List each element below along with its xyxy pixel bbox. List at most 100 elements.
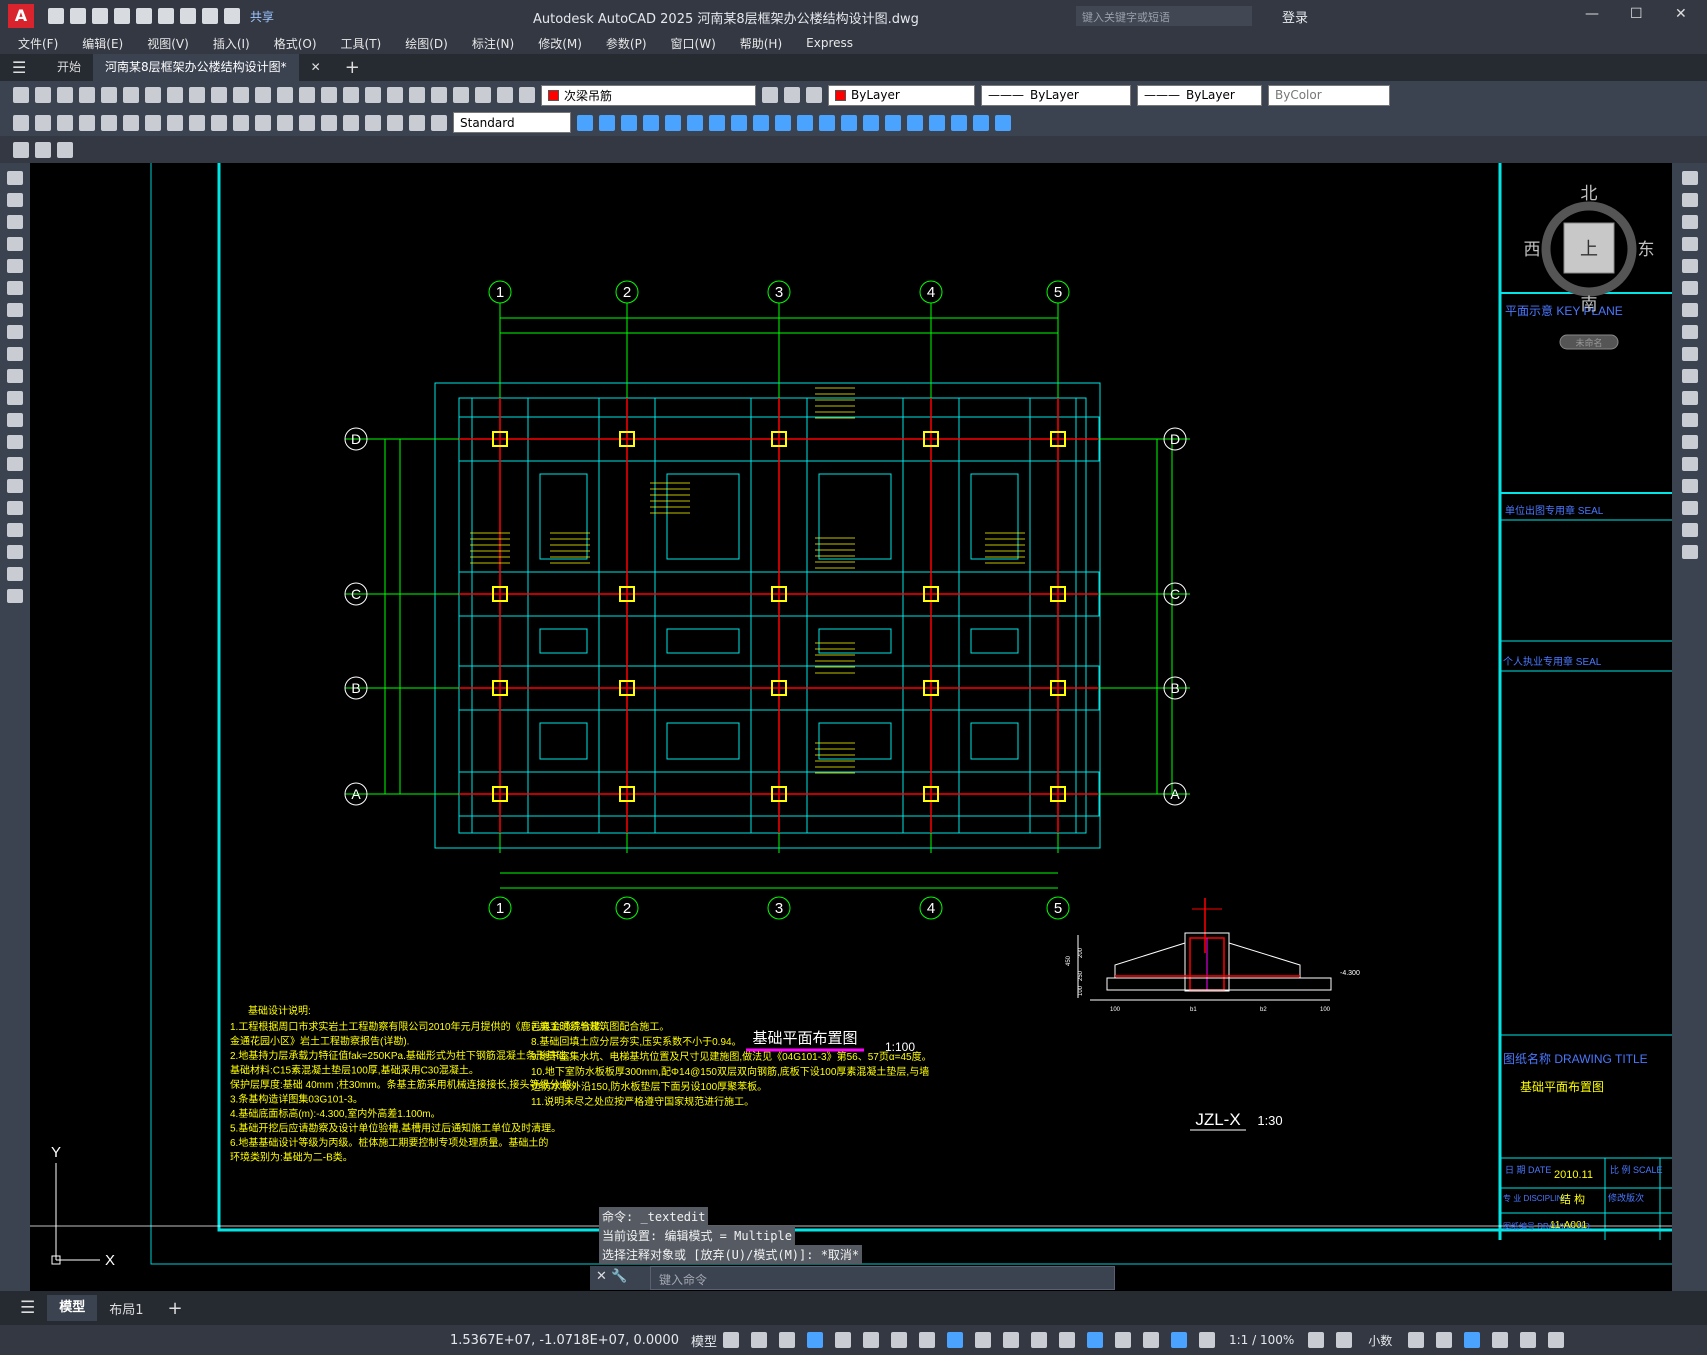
paste-icon[interactable]	[189, 87, 205, 103]
polyline-icon[interactable]	[7, 215, 23, 229]
dim-update-icon[interactable]	[431, 114, 447, 131]
add-selected-icon[interactable]	[7, 589, 23, 603]
break-icon[interactable]	[1681, 435, 1698, 449]
maximize-icon[interactable]: ☐	[1630, 6, 1643, 22]
ellipse-arc-icon[interactable]	[7, 391, 23, 405]
menu-item-5[interactable]: 工具(T)	[341, 35, 382, 52]
diameter-icon[interactable]	[145, 114, 161, 131]
zoom-realtime-icon[interactable]	[299, 87, 315, 103]
hamburger-layouts-icon[interactable]: ☰	[8, 1298, 47, 1318]
check-icon[interactable]	[995, 114, 1011, 131]
redo-icon[interactable]	[255, 87, 271, 103]
tab-close-icon[interactable]: ✕	[299, 54, 333, 81]
polygon-icon[interactable]	[7, 237, 23, 251]
table-icon[interactable]	[7, 545, 23, 559]
annotation-visibility-icon[interactable]	[1171, 1332, 1187, 1348]
auto-scale-icon[interactable]	[1199, 1332, 1215, 1348]
layer-dropdown[interactable]: 次梁吊筋	[541, 84, 756, 106]
baseline-icon[interactable]	[211, 114, 227, 131]
sweep-icon[interactable]	[775, 114, 791, 131]
dim-text-edit-icon[interactable]	[409, 114, 425, 131]
tab-drawing[interactable]: 河南某8层框架办公楼结构设计图*	[93, 54, 299, 81]
object-track-icon[interactable]	[919, 1332, 935, 1348]
quick-properties-icon[interactable]	[1408, 1332, 1425, 1348]
menu-item-9[interactable]: 参数(P)	[606, 35, 647, 52]
undo-icon[interactable]	[233, 87, 249, 103]
lineweight-dropdown[interactable]: ——— ByLayer	[1137, 84, 1262, 106]
menu-item-6[interactable]: 绘图(D)	[405, 35, 448, 52]
offset-icon[interactable]	[1681, 237, 1698, 251]
close-icon[interactable]: ✕	[1675, 6, 1687, 22]
lineweight-icon[interactable]	[975, 1332, 991, 1348]
3d-wedge-icon[interactable]	[599, 114, 615, 131]
minimize-icon[interactable]: —	[1585, 6, 1599, 22]
extrude-icon[interactable]	[731, 114, 747, 131]
union-icon[interactable]	[819, 114, 835, 131]
dynamic-input-icon[interactable]	[807, 1332, 823, 1348]
zoom-window-icon[interactable]	[321, 87, 337, 103]
join-icon[interactable]	[1681, 457, 1698, 471]
open-icon[interactable]	[35, 87, 51, 103]
angular-icon[interactable]	[167, 114, 183, 131]
field-icon[interactable]	[57, 141, 73, 158]
table-icon[interactable]	[35, 141, 51, 158]
command-line-controls[interactable]: ✕ 🔧	[590, 1266, 650, 1290]
drawing-canvas[interactable]: 平面示意 KEY PLANE 单位出图专用章 SEAL 个人执业专用章 SEAL…	[30, 163, 1672, 1291]
autocad-logo-icon[interactable]: A	[8, 4, 34, 28]
menu-item-4[interactable]: 格式(O)	[274, 35, 317, 52]
aligned-dim-icon[interactable]	[35, 114, 51, 131]
plotstyle-dropdown[interactable]: ByColor	[1268, 84, 1390, 106]
region-icon[interactable]	[7, 523, 23, 537]
rectangle-icon[interactable]	[7, 259, 23, 273]
save-icon[interactable]	[57, 87, 73, 103]
compass-west[interactable]: 西	[1524, 240, 1541, 259]
insert-block-icon[interactable]	[7, 413, 23, 427]
sheet-set-icon[interactable]	[431, 87, 447, 103]
add-layout-button[interactable]: +	[156, 1298, 195, 1319]
help-icon[interactable]	[475, 87, 491, 103]
stretch-icon[interactable]	[1681, 347, 1698, 361]
menu-item-8[interactable]: 修改(M)	[538, 35, 582, 52]
customization-icon[interactable]	[1548, 1332, 1565, 1348]
3d-torus-icon[interactable]	[687, 114, 703, 131]
units-dropdown[interactable]: 小数	[1368, 1332, 1392, 1349]
trim-icon[interactable]	[1681, 369, 1698, 383]
open-web-icon[interactable]	[136, 8, 152, 24]
layer-previous-icon[interactable]	[784, 87, 800, 103]
revolve-icon[interactable]	[753, 114, 769, 131]
properties-icon[interactable]	[365, 87, 381, 103]
redo-icon[interactable]	[224, 8, 240, 24]
infer-icon[interactable]	[779, 1332, 795, 1348]
mtext-icon[interactable]	[7, 567, 23, 581]
center-mark-icon[interactable]	[321, 114, 337, 131]
calculator-icon[interactable]	[453, 87, 469, 103]
menu-item-7[interactable]: 标注(N)	[472, 35, 514, 52]
3d-sphere-icon[interactable]	[643, 114, 659, 131]
model-space-button[interactable]: 模型	[691, 1331, 717, 1350]
explode-icon[interactable]	[1681, 545, 1698, 559]
construction-line-icon[interactable]	[7, 193, 23, 207]
share-button[interactable]: 共享	[250, 8, 274, 25]
lock-ui-icon[interactable]	[1436, 1332, 1453, 1348]
isolate-objects-icon[interactable]	[1464, 1332, 1481, 1348]
circle-icon[interactable]	[7, 303, 23, 317]
selection-cycling-icon[interactable]	[1031, 1332, 1047, 1348]
layer-properties-icon[interactable]	[497, 87, 513, 103]
3d-osnap-icon[interactable]	[1059, 1332, 1075, 1348]
menu-item-2[interactable]: 视图(V)	[147, 35, 189, 52]
selection-filter-icon[interactable]	[1115, 1332, 1131, 1348]
menu-item-10[interactable]: 窗口(W)	[671, 35, 716, 52]
block-editor-icon[interactable]	[13, 141, 29, 158]
layer-match-icon[interactable]	[806, 87, 822, 103]
ellipse-icon[interactable]	[7, 369, 23, 383]
dynamic-ucs-icon[interactable]	[1087, 1332, 1103, 1348]
line-icon[interactable]	[7, 171, 23, 185]
hamburger-menu-icon[interactable]: ☰	[0, 54, 45, 81]
design-center-icon[interactable]	[387, 87, 403, 103]
linear-dim-icon[interactable]	[13, 114, 29, 131]
cut-icon[interactable]	[145, 87, 161, 103]
separate-icon[interactable]	[973, 114, 989, 131]
compass-north[interactable]: 北	[1581, 184, 1598, 203]
inspection-icon[interactable]	[343, 114, 359, 131]
login-button[interactable]: 登录	[1282, 7, 1308, 26]
